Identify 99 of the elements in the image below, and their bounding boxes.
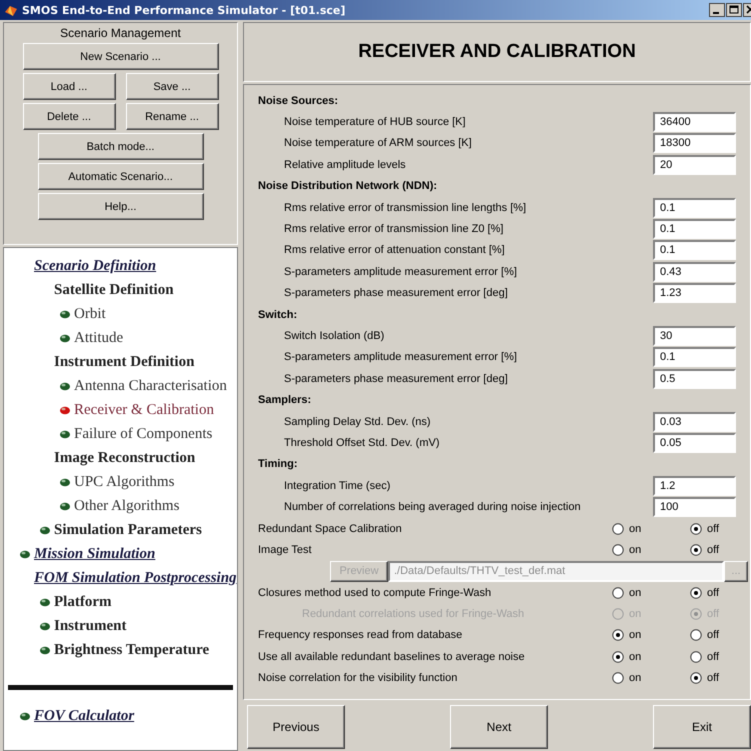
nav-link[interactable]: Scenario Definition (34, 258, 156, 274)
radio-circle-icon[interactable] (690, 672, 702, 684)
input-field[interactable]: 1.2 (653, 476, 736, 496)
field-label: Rms relative error of transmission line lengths [%] (284, 202, 528, 214)
minimize-icon[interactable] (709, 3, 725, 17)
radio-circle-icon[interactable] (690, 650, 702, 663)
field-label: Rms relative error of attenuation constant [%] (284, 244, 506, 256)
field-label: Rms relative error of transmission line Z0 [%] (284, 223, 504, 236)
option-label: Use all available redundant baselines to average noise (258, 650, 526, 663)
field-label: Number of correlations being averaged during noise injection (284, 501, 582, 514)
field-label: S-parameters amplitude measurement error [%] (284, 351, 518, 364)
nav-item[interactable]: Image Reconstruction (54, 450, 196, 466)
nav-item[interactable]: Antenna Characterisation (74, 378, 227, 394)
nav-button[interactable]: Next (450, 704, 548, 748)
nav-link[interactable]: FOM Simulation Postprocessing (34, 570, 237, 586)
field-label: Switch Isolation (dB) (284, 330, 386, 342)
menu-button[interactable]: Help... (38, 193, 204, 220)
menu-button[interactable]: Save ... (126, 73, 218, 100)
menu-button[interactable]: Rename ... (126, 103, 218, 130)
input-field[interactable]: 0.05 (653, 432, 736, 453)
section-heading: Noise Distribution Network (NDN): (258, 180, 438, 192)
app-logo-icon (4, 3, 18, 17)
nav-button[interactable]: Exit (653, 704, 751, 748)
radio-button[interactable]: on (612, 586, 690, 599)
option-label: Redundant Space Calibration (258, 522, 403, 534)
nav-item[interactable]: Instrument Definition (54, 354, 194, 370)
input-field[interactable]: 0.5 (653, 368, 736, 389)
field-label: Threshold Offset Std. Dev. (mV) (284, 436, 440, 449)
option-label: Closures method used to compute Fringe-Wash (258, 586, 492, 599)
nav-link[interactable]: FOV Calculator (34, 708, 134, 724)
nav-item[interactable]: Other Algorithms (74, 498, 180, 514)
input-field[interactable]: 100 (653, 497, 736, 518)
field-label: Noise temperature of ARM sources [K] (284, 137, 473, 150)
input-field[interactable]: 20 (653, 154, 736, 175)
field-label: Sampling Delay Std. Dev. (ns) (284, 416, 432, 428)
field-label: Noise temperature of HUB source [K] (284, 116, 467, 128)
radio-button[interactable]: off (690, 544, 738, 556)
panel-title: Scenario Management (60, 26, 181, 40)
radio-button[interactable]: off (690, 522, 738, 534)
radio-circle-icon[interactable] (690, 544, 702, 556)
input-field[interactable]: 1.23 (653, 283, 736, 304)
radio-button[interactable]: off (690, 629, 738, 642)
input-field[interactable]: 0.03 (653, 412, 736, 432)
radio-circle-icon[interactable] (690, 586, 702, 599)
nav-link[interactable]: Mission Simulation (34, 546, 156, 562)
radio-button[interactable]: on (612, 522, 690, 534)
nav-item[interactable]: Satellite Definition (54, 282, 174, 298)
page-title: RECEIVER AND CALIBRATION (358, 41, 636, 63)
field-label: S-parameters phase measurement error [deg] (284, 287, 509, 300)
input-field[interactable]: 36400 (653, 112, 736, 132)
radio-circle-icon[interactable] (690, 522, 702, 534)
input-field[interactable]: 0.1 (653, 198, 736, 218)
nav-item[interactable]: Brightness Temperature (54, 642, 210, 658)
section-heading: Samplers: (258, 394, 312, 406)
field-label: S-parameters amplitude measurement error [%] (284, 266, 518, 278)
radio-circle-icon[interactable] (690, 629, 702, 642)
radio-button[interactable]: off (690, 586, 738, 599)
window-title: SMOS End-to-End Performance Simulator - [t01.sce] (22, 4, 346, 16)
menu-button[interactable]: Load ... (22, 73, 116, 100)
menu-button[interactable]: Batch mode... (38, 133, 204, 160)
option-label: Noise correlation for the visibility function (258, 672, 458, 684)
input-field[interactable]: 0.1 (653, 219, 736, 240)
nav-item[interactable]: Receiver & Calibration (74, 402, 214, 418)
radio-button[interactable]: on (612, 544, 690, 556)
nav-item[interactable]: Attitude (74, 330, 124, 346)
input-field[interactable]: 30 (653, 326, 736, 346)
nav-item[interactable]: UPC Algorithms (74, 474, 174, 490)
nav-item[interactable]: Simulation Parameters (54, 522, 202, 538)
input-field[interactable]: 18300 (653, 133, 736, 154)
radio-button[interactable]: on (612, 629, 690, 642)
radio-circle-icon[interactable] (612, 629, 624, 642)
option-label: Image Test (258, 544, 313, 556)
radio-button[interactable]: on (612, 650, 690, 663)
menu-button[interactable]: New Scenario ... (22, 43, 218, 70)
radio-button[interactable]: off (690, 672, 738, 684)
section-heading: Noise Sources: (258, 94, 338, 107)
input-field[interactable]: 0.1 (653, 240, 736, 260)
option-label: Frequency responses read from database (258, 629, 464, 642)
field-label: S-parameters phase measurement error [deg] (284, 372, 509, 385)
field-label: Integration Time (sec) (284, 480, 392, 492)
radio-circle-icon[interactable] (612, 672, 624, 684)
nav-item[interactable]: Platform (54, 594, 112, 610)
section-heading: Timing: (258, 458, 298, 470)
menu-button[interactable]: Delete ... (22, 103, 116, 130)
nav-item[interactable]: Orbit (74, 306, 106, 322)
nav-item[interactable]: Instrument (54, 618, 127, 634)
radio-button[interactable]: on (612, 672, 690, 684)
input-field[interactable]: 0.43 (653, 262, 736, 282)
radio-circle-icon[interactable] (612, 586, 624, 599)
radio-circle-icon[interactable] (612, 522, 624, 534)
nav-item[interactable]: Failure of Components (74, 426, 212, 442)
section-heading: Switch: (258, 308, 298, 321)
radio-circle-icon[interactable] (612, 650, 624, 663)
input-field[interactable]: 0.1 (653, 347, 736, 368)
menu-button[interactable]: Automatic Scenario... (38, 163, 204, 190)
nav-button[interactable]: Previous (247, 704, 345, 748)
field-label: Relative amplitude levels (284, 158, 407, 171)
radio-circle-icon[interactable] (612, 544, 624, 556)
radio-button[interactable]: off (690, 650, 738, 663)
